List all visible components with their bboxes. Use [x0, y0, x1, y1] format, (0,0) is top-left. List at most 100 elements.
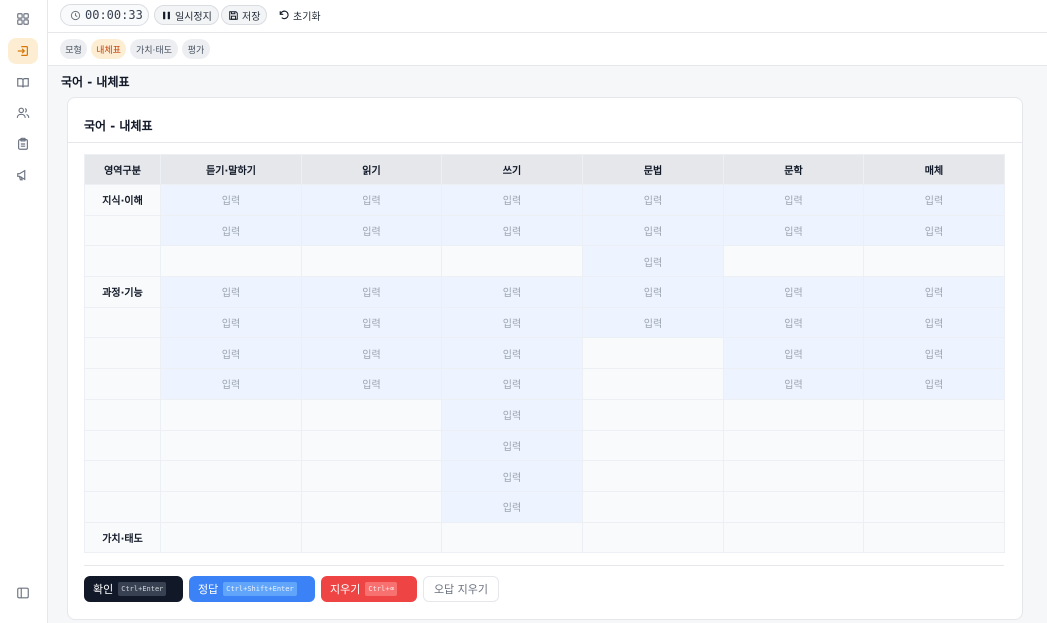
input-cell[interactable]: 입력 — [160, 368, 302, 400]
empty-cell — [582, 429, 724, 462]
input-cell[interactable]: 입력 — [582, 245, 724, 278]
input-cell[interactable]: 입력 — [863, 306, 1005, 339]
sidebar — [0, 0, 48, 623]
column-header: 매체 — [863, 154, 1005, 185]
input-cell[interactable]: 입력 — [441, 429, 583, 462]
input-cell[interactable]: 입력 — [301, 368, 442, 400]
input-cell[interactable]: 입력 — [441, 184, 583, 216]
input-cell[interactable]: 입력 — [160, 214, 302, 247]
empty-cell — [723, 429, 864, 462]
empty-cell — [863, 429, 1005, 462]
input-cell[interactable]: 입력 — [723, 184, 864, 216]
input-cell[interactable]: 입력 — [863, 276, 1005, 308]
input-cell[interactable]: 입력 — [723, 306, 864, 339]
reset-button[interactable]: 초기화 — [278, 5, 321, 25]
row-label — [84, 368, 161, 400]
input-cell[interactable]: 입력 — [723, 214, 864, 247]
empty-cell — [160, 429, 302, 462]
input-cell[interactable]: 입력 — [582, 276, 724, 308]
table-row: 가치·태도 — [84, 521, 1005, 554]
empty-cell — [863, 245, 1005, 278]
toolbar: 00:00:33 일시정지 저장 초기화 — [48, 0, 1047, 33]
page-title: 국어 - 내체표 — [61, 75, 130, 89]
input-cell[interactable]: 입력 — [441, 460, 583, 492]
input-cell[interactable]: 입력 — [441, 214, 583, 247]
input-cell[interactable]: 입력 — [863, 368, 1005, 400]
input-cell[interactable]: 입력 — [160, 184, 302, 216]
empty-cell — [160, 398, 302, 431]
clipboard-icon — [18, 137, 28, 150]
empty-cell — [441, 245, 583, 278]
table-row: 입력 입력 입력 입력 입력 — [84, 368, 1005, 400]
sidebar-item-clipboard[interactable] — [8, 131, 38, 157]
input-cell[interactable]: 입력 — [582, 184, 724, 216]
input-cell[interactable]: 입력 — [441, 306, 583, 339]
empty-cell — [301, 398, 442, 431]
sidebar-item-announce[interactable] — [8, 162, 38, 188]
save-button[interactable]: 저장 — [221, 5, 268, 25]
confirm-button[interactable]: 확인 Ctrl+Enter — [84, 576, 183, 602]
answer-button[interactable]: 정답 Ctrl+Shift+Enter — [189, 576, 315, 602]
confirm-label: 확인 — [93, 583, 114, 596]
clear-wrong-button[interactable]: 오답 지우기 — [423, 576, 499, 602]
table-row: 입력 — [84, 245, 1005, 278]
row-label: 과정·기능 — [84, 276, 161, 308]
input-cell[interactable]: 입력 — [441, 398, 583, 431]
tab-table[interactable]: 내체표 — [91, 39, 126, 59]
row-label — [84, 337, 161, 370]
sidebar-item-dashboard[interactable] — [8, 6, 38, 32]
tab-evaluation[interactable]: 평가 — [182, 39, 210, 59]
tab-bar: 모형 내체표 가치·태도 평가 — [48, 33, 1047, 66]
empty-cell — [863, 490, 1005, 523]
achievement-table: 영역구분 듣기·말하기 읽기 쓰기 문법 문학 매체 지식·이해 입력 입력 입력 입력 입력 입력 입력… — [84, 154, 1005, 554]
input-cell[interactable]: 입력 — [301, 184, 442, 216]
answer-label: 정답 — [198, 583, 219, 596]
input-cell[interactable]: 입력 — [160, 337, 302, 370]
table-row: 입력 입력 입력 입력 입력 입력 — [84, 306, 1005, 339]
input-cell[interactable]: 입력 — [582, 306, 724, 339]
sidebar-toggle-button[interactable] — [8, 580, 38, 606]
input-cell[interactable]: 입력 — [160, 276, 302, 308]
pause-button[interactable]: 일시정지 — [154, 5, 219, 25]
input-cell[interactable]: 입력 — [441, 490, 583, 523]
erase-button[interactable]: 지우기 Ctrl+⌫ — [321, 576, 417, 602]
input-cell[interactable]: 입력 — [301, 306, 442, 339]
tab-value-attitude[interactable]: 가치·태도 — [130, 39, 178, 59]
empty-cell — [723, 245, 864, 278]
tab-model[interactable]: 모형 — [60, 39, 87, 59]
empty-cell — [160, 490, 302, 523]
save-icon — [229, 10, 238, 20]
timer: 00:00:33 — [60, 4, 149, 26]
input-cell[interactable]: 입력 — [441, 368, 583, 400]
input-cell[interactable]: 입력 — [301, 214, 442, 247]
empty-cell — [582, 368, 724, 400]
input-cell[interactable]: 입력 — [301, 276, 442, 308]
input-cell[interactable]: 입력 — [723, 337, 864, 370]
row-label — [84, 398, 161, 431]
input-cell[interactable]: 입력 — [723, 368, 864, 400]
divider — [68, 142, 1022, 143]
row-label — [84, 214, 161, 247]
input-cell[interactable]: 입력 — [301, 337, 442, 370]
column-header: 읽기 — [301, 154, 442, 185]
pause-icon — [163, 11, 170, 19]
input-cell[interactable]: 입력 — [441, 337, 583, 370]
input-cell[interactable]: 입력 — [863, 214, 1005, 247]
sidebar-item-book[interactable] — [8, 70, 38, 96]
input-cell[interactable]: 입력 — [863, 184, 1005, 216]
input-cell[interactable]: 입력 — [582, 214, 724, 247]
empty-cell — [863, 398, 1005, 431]
input-cell[interactable]: 입력 — [160, 306, 302, 339]
table-row: 입력 — [84, 398, 1005, 431]
input-cell[interactable]: 입력 — [723, 276, 864, 308]
input-cell[interactable]: 입력 — [863, 337, 1005, 370]
row-label — [84, 460, 161, 492]
row-label — [84, 245, 161, 278]
empty-cell — [723, 490, 864, 523]
row-label — [84, 429, 161, 462]
megaphone-icon — [17, 169, 26, 181]
sidebar-item-exercise[interactable] — [8, 38, 38, 64]
input-cell[interactable]: 입력 — [441, 276, 583, 308]
table-row: 입력 입력 입력 입력 입력 — [84, 337, 1005, 370]
sidebar-item-users[interactable] — [8, 100, 38, 126]
